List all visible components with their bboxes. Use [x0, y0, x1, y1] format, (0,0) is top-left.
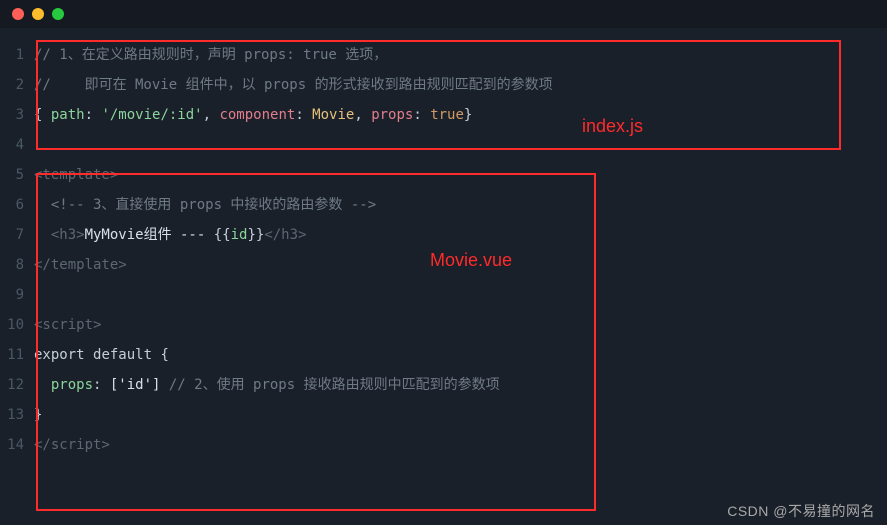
route-config: { path: '/movie/:id', component: Movie, …: [34, 100, 875, 130]
line-number: 11: [0, 340, 34, 370]
line-number: 3: [0, 100, 34, 130]
code-line: 9: [0, 280, 875, 310]
line-number: 12: [0, 370, 34, 400]
editor-window: 1 // 1、在定义路由规则时，声明 props: true 选项， 2 // …: [0, 0, 887, 525]
template-open-tag: <template>: [34, 167, 118, 183]
code-line: 12 props: ['id'] // 2、使用 props 接收路由规则中匹配…: [0, 370, 875, 400]
code-line: 5 <template>: [0, 160, 875, 190]
code-line: 7 <h3>MyMovie组件 --- {{id}}</h3>: [0, 220, 875, 250]
script-close-tag: </script>: [34, 437, 110, 453]
line-number: 6: [0, 190, 34, 220]
line-number: 1: [0, 40, 34, 70]
html-comment: <!-- 3、直接使用 props 中接收的路由参数 -->: [51, 197, 376, 213]
script-open-tag: <script>: [34, 317, 101, 333]
line-number: 8: [0, 250, 34, 280]
comment: // 1、在定义路由规则时，声明 props: true 选项，: [34, 47, 387, 63]
line-number: 2: [0, 70, 34, 100]
closing-brace: }: [34, 407, 42, 423]
code-line: 4: [0, 130, 875, 160]
watermark: CSDN @不易撞的网名: [727, 501, 875, 521]
zoom-icon[interactable]: [52, 8, 64, 20]
code-editor: 1 // 1、在定义路由规则时，声明 props: true 选项， 2 // …: [0, 28, 887, 472]
code-line: 8 </template>: [0, 250, 875, 280]
template-close-tag: </template>: [34, 257, 127, 273]
line-number: 9: [0, 280, 34, 310]
line-number: 7: [0, 220, 34, 250]
code-line: 2 // 即可在 Movie 组件中，以 props 的形式接收到路由规则匹配到…: [0, 70, 875, 100]
line-number: 5: [0, 160, 34, 190]
code-line: 13 }: [0, 400, 875, 430]
line-number: 13: [0, 400, 34, 430]
code-line: 10 <script>: [0, 310, 875, 340]
comment: // 即可在 Movie 组件中，以 props 的形式接收到路由规则匹配到的参…: [34, 77, 553, 93]
code-line: 3 { path: '/movie/:id', component: Movie…: [0, 100, 875, 130]
line-number: 14: [0, 430, 34, 460]
line-number: 4: [0, 130, 34, 160]
props-declaration: props: ['id'] // 2、使用 props 接收路由规则中匹配到的参…: [34, 370, 875, 400]
code-line: 11 export default {: [0, 340, 875, 370]
code-line: 14 </script>: [0, 430, 875, 460]
export-default: export default {: [34, 340, 875, 370]
line-number: 10: [0, 310, 34, 340]
code-line: 6 <!-- 3、直接使用 props 中接收的路由参数 -->: [0, 190, 875, 220]
titlebar: [0, 0, 887, 28]
close-icon[interactable]: [12, 8, 24, 20]
minimize-icon[interactable]: [32, 8, 44, 20]
code-line: 1 // 1、在定义路由规则时，声明 props: true 选项，: [0, 40, 875, 70]
